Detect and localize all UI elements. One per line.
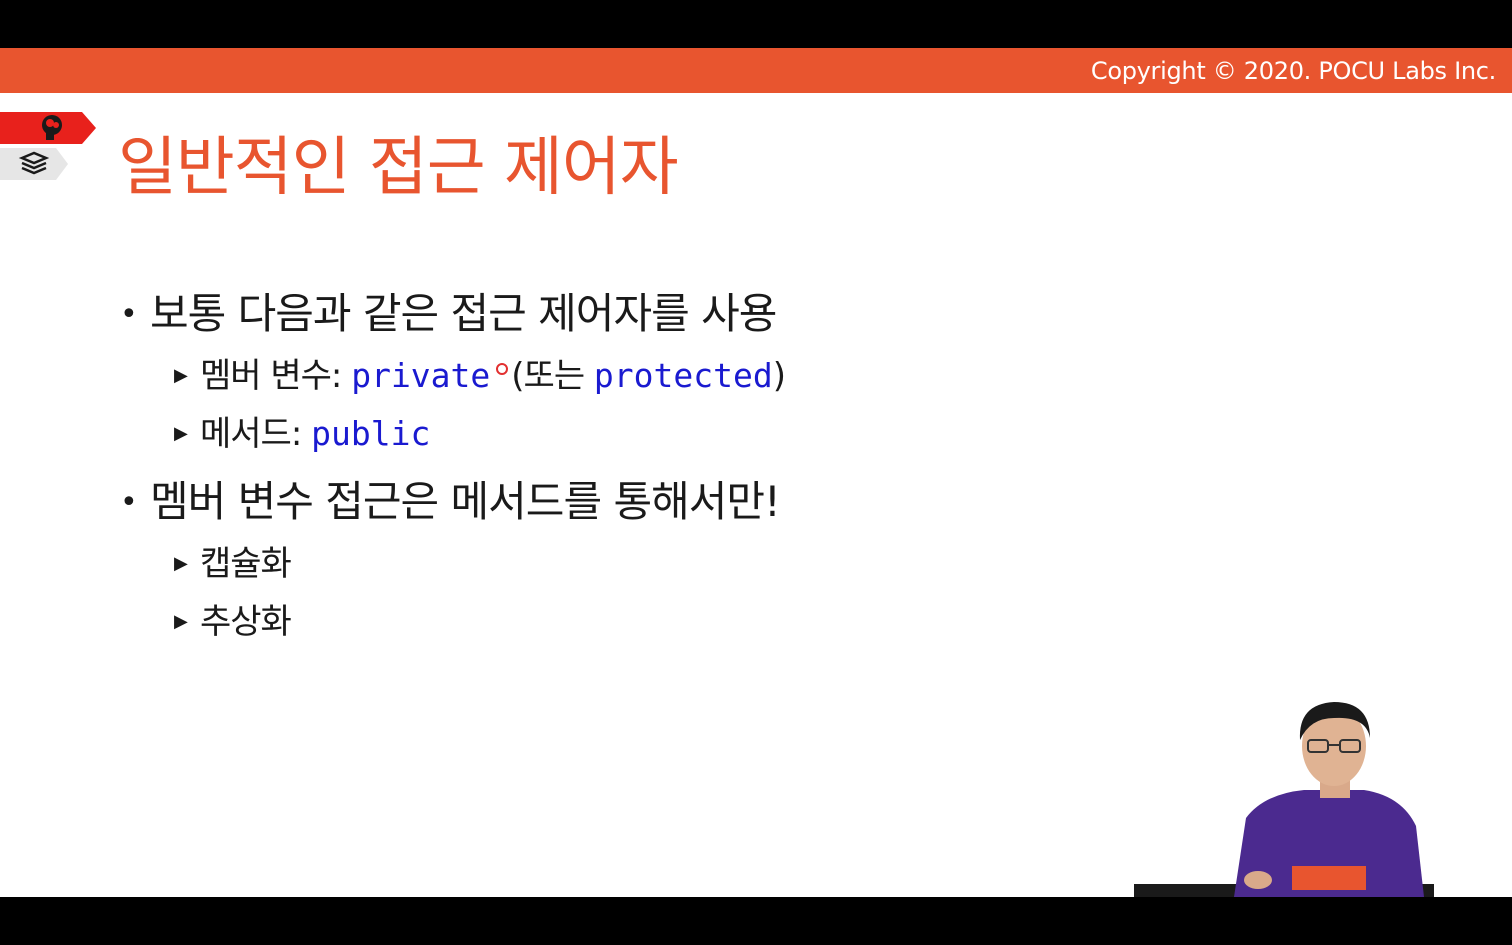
sub-bullet-prefix: 메서드: — [200, 414, 312, 454]
sub-bullet-item: ▶ 멤버 변수: private (또는 protected) — [174, 354, 786, 398]
letterbox-bottom — [0, 897, 1512, 945]
letterbox-top — [0, 0, 1512, 48]
triangle-bullet-icon: ▶ — [174, 423, 188, 444]
sub-bullet-text: 캡슐화 — [200, 544, 292, 584]
sub-bullet-mid: (또는 — [511, 356, 594, 396]
slide: Copyright © 2020. POCU Labs Inc. 일반적인 접근… — [0, 48, 1512, 897]
bullet-dot-icon: • — [120, 485, 138, 520]
sub-bullet-item: ▶ 추상화 — [174, 600, 292, 644]
sub-bullet-item: ▶ 캡슐화 — [174, 542, 292, 586]
code-protected: protected — [593, 356, 773, 395]
presenter-video — [1134, 702, 1434, 897]
code-private: private — [351, 356, 491, 395]
sub-bullet-prefix: 멤버 변수: — [200, 356, 352, 396]
sub-bullet-text: 추상화 — [200, 602, 292, 642]
code-public: public — [311, 414, 431, 453]
bullet-item: • 멤버 변수 접근은 메서드를 통해서만! — [120, 476, 781, 529]
bullet-text: 멤버 변수 접근은 메서드를 통해서만! — [150, 477, 781, 526]
triangle-bullet-icon: ▶ — [174, 611, 188, 632]
bullet-item: • 보통 다음과 같은 접근 제어자를 사용 — [120, 288, 777, 341]
sub-bullet-item: ▶ 메서드: public — [174, 412, 430, 456]
bullet-dot-icon: • — [120, 297, 138, 332]
triangle-bullet-icon: ▶ — [174, 365, 188, 386]
sub-bullet-suffix: ) — [772, 356, 786, 396]
triangle-bullet-icon: ▶ — [174, 553, 188, 574]
pointer-cursor-icon — [496, 363, 509, 375]
bullet-text: 보통 다음과 같은 접근 제어자를 사용 — [150, 289, 777, 338]
